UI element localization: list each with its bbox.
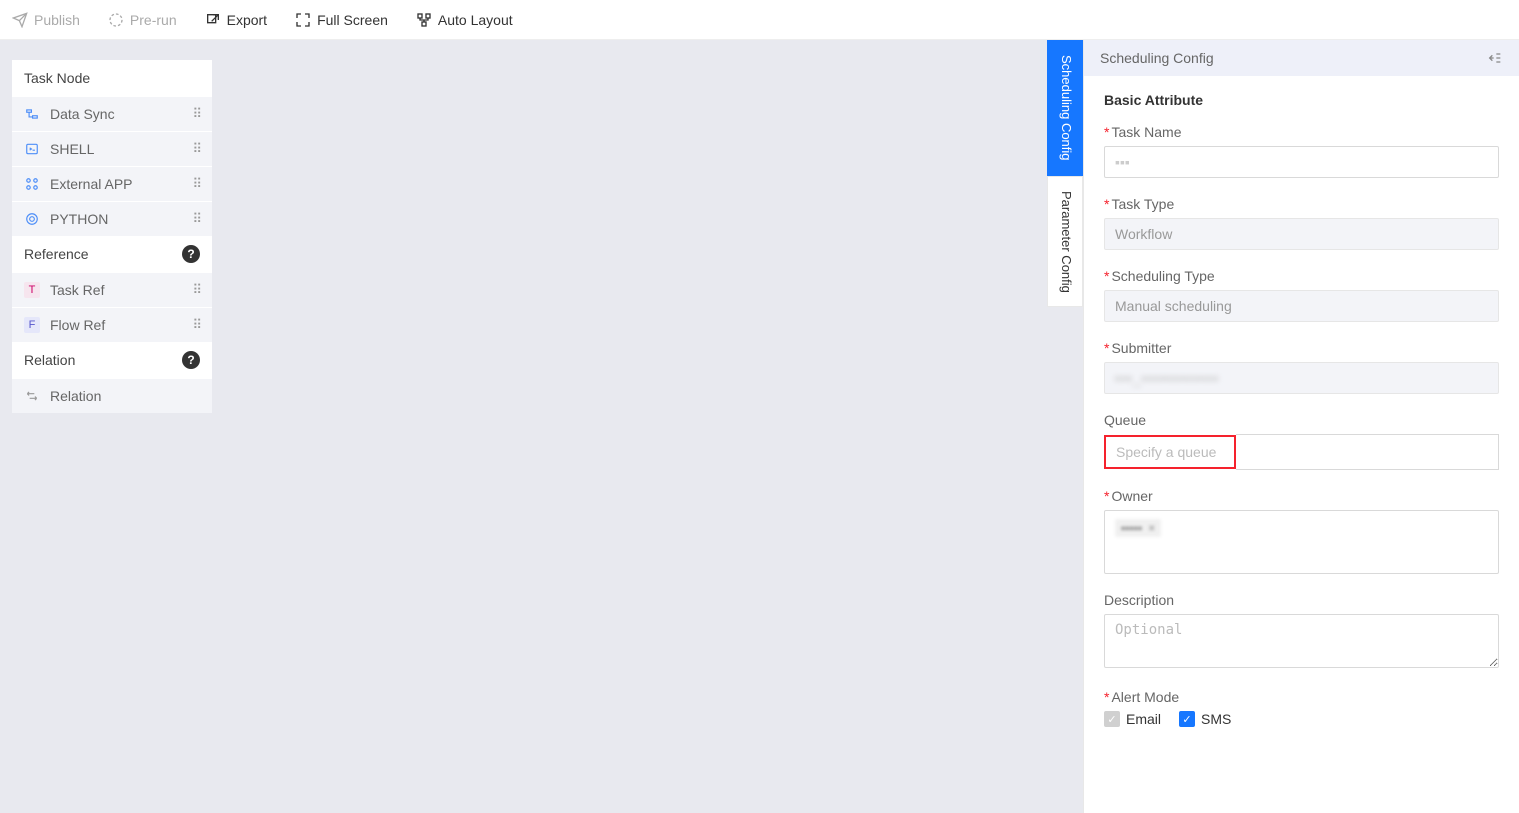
drag-handle-icon[interactable]: ⠿ (192, 317, 202, 333)
sms-checkbox-label: SMS (1201, 711, 1231, 727)
queue-highlight-box (1104, 435, 1236, 469)
help-icon[interactable]: ? (182, 351, 200, 369)
queue-label: Queue (1104, 412, 1499, 428)
node-label: PYTHON (50, 211, 108, 227)
relation-icon (24, 388, 40, 404)
drag-handle-icon[interactable]: ⠿ (192, 282, 202, 298)
prerun-label: Pre-run (130, 12, 177, 28)
remove-tag-icon[interactable]: × (1148, 521, 1155, 535)
publish-label: Publish (34, 12, 80, 28)
export-label: Export (227, 12, 267, 28)
drag-handle-icon[interactable]: ⠿ (192, 211, 202, 227)
publish-icon (12, 12, 28, 28)
left-node-panel: Task Node Data Sync ⠿ SHELL ⠿ External A… (12, 60, 212, 413)
queue-input[interactable] (1106, 437, 1234, 467)
task-type-input (1104, 218, 1499, 250)
node-shell[interactable]: SHELL ⠿ (12, 131, 212, 166)
reference-header-label: Reference (24, 246, 89, 262)
flow-ref-badge-icon: F (24, 317, 40, 333)
node-label: External APP (50, 176, 133, 192)
description-label: Description (1104, 592, 1499, 608)
task-type-label: Task Type (1104, 196, 1499, 212)
panel-body: Basic Attribute Task Name Task Type Sche… (1084, 76, 1519, 761)
task-node-header: Task Node (12, 60, 212, 96)
queue-rest[interactable] (1236, 434, 1499, 470)
node-label: Relation (50, 388, 101, 404)
right-vertical-tabs: Scheduling Config Parameter Config (1047, 40, 1083, 307)
drag-handle-icon[interactable]: ⠿ (192, 141, 202, 157)
node-label: SHELL (50, 141, 94, 157)
data-sync-icon (24, 106, 40, 122)
node-label: Task Ref (50, 282, 104, 298)
email-checkbox-label: Email (1126, 711, 1161, 727)
owner-label: Owner (1104, 488, 1499, 504)
task-ref-badge-icon: T (24, 282, 40, 298)
tab-scheduling-config[interactable]: Scheduling Config (1047, 40, 1083, 176)
top-toolbar: Publish Pre-run Export Full Screen Auto … (0, 0, 1519, 40)
fullscreen-icon (295, 12, 311, 28)
tab-parameter-config[interactable]: Parameter Config (1047, 176, 1083, 308)
submitter-label: Submitter (1104, 340, 1499, 356)
drag-handle-icon[interactable]: ⠿ (192, 176, 202, 192)
node-label: Flow Ref (50, 317, 105, 333)
checkbox-icon: ✓ (1104, 711, 1120, 727)
fullscreen-label: Full Screen (317, 12, 388, 28)
owner-tag: ▪▪▪▪▪ × (1115, 519, 1161, 537)
relation-header-label: Relation (24, 352, 75, 368)
panel-header: Scheduling Config (1084, 40, 1519, 76)
node-flow-ref[interactable]: F Flow Ref ⠿ (12, 307, 212, 342)
node-data-sync[interactable]: Data Sync ⠿ (12, 96, 212, 131)
scheduling-type-label: Scheduling Type (1104, 268, 1499, 284)
collapse-icon[interactable] (1487, 50, 1503, 66)
publish-button[interactable]: Publish (12, 12, 80, 28)
external-app-icon (24, 176, 40, 192)
autolayout-button[interactable]: Auto Layout (416, 12, 513, 28)
node-label: Data Sync (50, 106, 115, 122)
panel-title: Scheduling Config (1100, 50, 1214, 66)
drag-handle-icon[interactable]: ⠿ (192, 106, 202, 122)
relation-header: Relation ? (12, 342, 212, 378)
shell-icon (24, 141, 40, 157)
node-task-ref[interactable]: T Task Ref ⠿ (12, 272, 212, 307)
node-python[interactable]: PYTHON ⠿ (12, 201, 212, 236)
right-config-panel: Scheduling Config Basic Attribute Task N… (1083, 40, 1519, 813)
basic-attribute-heading: Basic Attribute (1104, 92, 1499, 108)
sms-checkbox[interactable]: ✓ SMS (1179, 711, 1231, 727)
alert-mode-label: Alert Mode (1104, 689, 1499, 705)
node-relation[interactable]: Relation (12, 378, 212, 413)
prerun-button[interactable]: Pre-run (108, 12, 177, 28)
autolayout-icon (416, 12, 432, 28)
autolayout-label: Auto Layout (438, 12, 513, 28)
help-icon[interactable]: ? (182, 245, 200, 263)
main-canvas: Task Node Data Sync ⠿ SHELL ⠿ External A… (0, 40, 1519, 813)
reference-header: Reference ? (12, 236, 212, 272)
export-icon (205, 12, 221, 28)
scheduling-type-input (1104, 290, 1499, 322)
fullscreen-button[interactable]: Full Screen (295, 12, 388, 28)
description-input[interactable] (1104, 614, 1499, 668)
task-name-input[interactable] (1104, 146, 1499, 178)
node-external-app[interactable]: External APP ⠿ (12, 166, 212, 201)
email-checkbox[interactable]: ✓ Email (1104, 711, 1161, 727)
submitter-input: ▪▪▪_▪▪▪▪▪▪▪▪▪▪▪▪▪ (1104, 362, 1499, 394)
owner-input[interactable]: ▪▪▪▪▪ × (1104, 510, 1499, 574)
prerun-icon (108, 12, 124, 28)
checkbox-icon: ✓ (1179, 711, 1195, 727)
python-icon (24, 211, 40, 227)
export-button[interactable]: Export (205, 12, 267, 28)
task-name-label: Task Name (1104, 124, 1499, 140)
owner-tag-text: ▪▪▪▪▪ (1121, 521, 1142, 535)
